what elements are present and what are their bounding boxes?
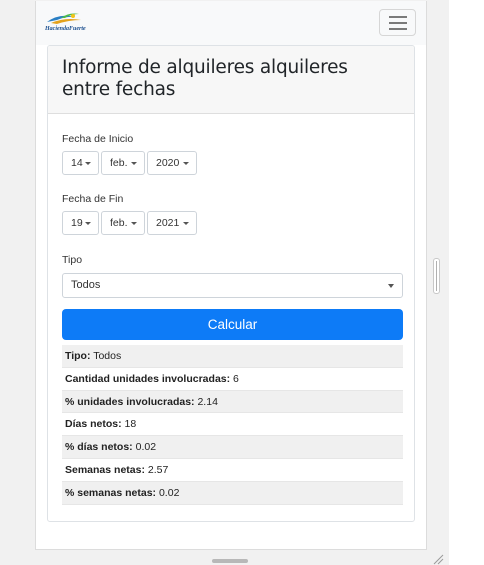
report-card: Informe de alquileres alquileres entre f…: [47, 45, 415, 522]
result-row: Semanas netas: 2.57: [62, 458, 403, 482]
fecha-inicio-label: Fecha de Inicio: [62, 133, 134, 145]
fecha-fin-label: Fecha de Fin: [62, 193, 124, 205]
caret-down-icon: [183, 162, 189, 165]
outer-background: [449, 0, 484, 565]
fecha-fin-year-select[interactable]: 2021: [147, 211, 197, 235]
result-row: % semanas netas: 0.02: [62, 481, 403, 505]
page-title: Informe de alquileres alquileres entre f…: [62, 57, 348, 100]
brand-logo[interactable]: HaciendaFuerte: [45, 11, 97, 35]
result-row: Días netos: 18: [62, 413, 403, 437]
corner-resize-icon[interactable]: [432, 552, 444, 565]
viewport-resize-handle[interactable]: [433, 258, 440, 294]
caret-down-icon: [85, 162, 91, 165]
calcular-button[interactable]: Calcular: [62, 309, 403, 340]
fecha-fin-day-select[interactable]: 19: [62, 211, 99, 235]
card-header: Informe de alquileres alquileres entre f…: [48, 46, 414, 114]
result-row: Cantidad unidades involucradas: 6: [62, 367, 403, 391]
result-row: Tipo: Todos: [62, 345, 403, 368]
caret-down-icon: [131, 162, 137, 165]
tipo-select[interactable]: Todos: [62, 273, 403, 298]
fecha-inicio-month-select[interactable]: feb.: [101, 151, 145, 175]
mobile-viewport: HaciendaFuerte Informe de alquileres alq…: [35, 1, 427, 550]
caret-down-icon: [183, 222, 189, 225]
hamburger-icon[interactable]: [379, 9, 416, 36]
tipo-label: Tipo: [62, 254, 83, 266]
viewport-bottom-resize-handle[interactable]: [212, 559, 248, 563]
fecha-fin-month-select[interactable]: feb.: [101, 211, 145, 235]
caret-down-icon: [131, 222, 137, 225]
result-row: % días netos: 0.02: [62, 436, 403, 459]
navbar: HaciendaFuerte: [36, 1, 426, 45]
caret-down-icon: [388, 284, 394, 288]
fecha-inicio-year-select[interactable]: 2020: [147, 151, 197, 175]
results-table: Tipo: Todos Cantidad unidades involucrad…: [62, 345, 403, 505]
caret-down-icon: [85, 222, 91, 225]
fecha-inicio-day-select[interactable]: 14: [62, 151, 99, 175]
result-row: % unidades involucradas: 2.14: [62, 390, 403, 414]
logo-text: HaciendaFuerte: [45, 26, 86, 32]
logo-graphic-icon: [47, 13, 81, 24]
